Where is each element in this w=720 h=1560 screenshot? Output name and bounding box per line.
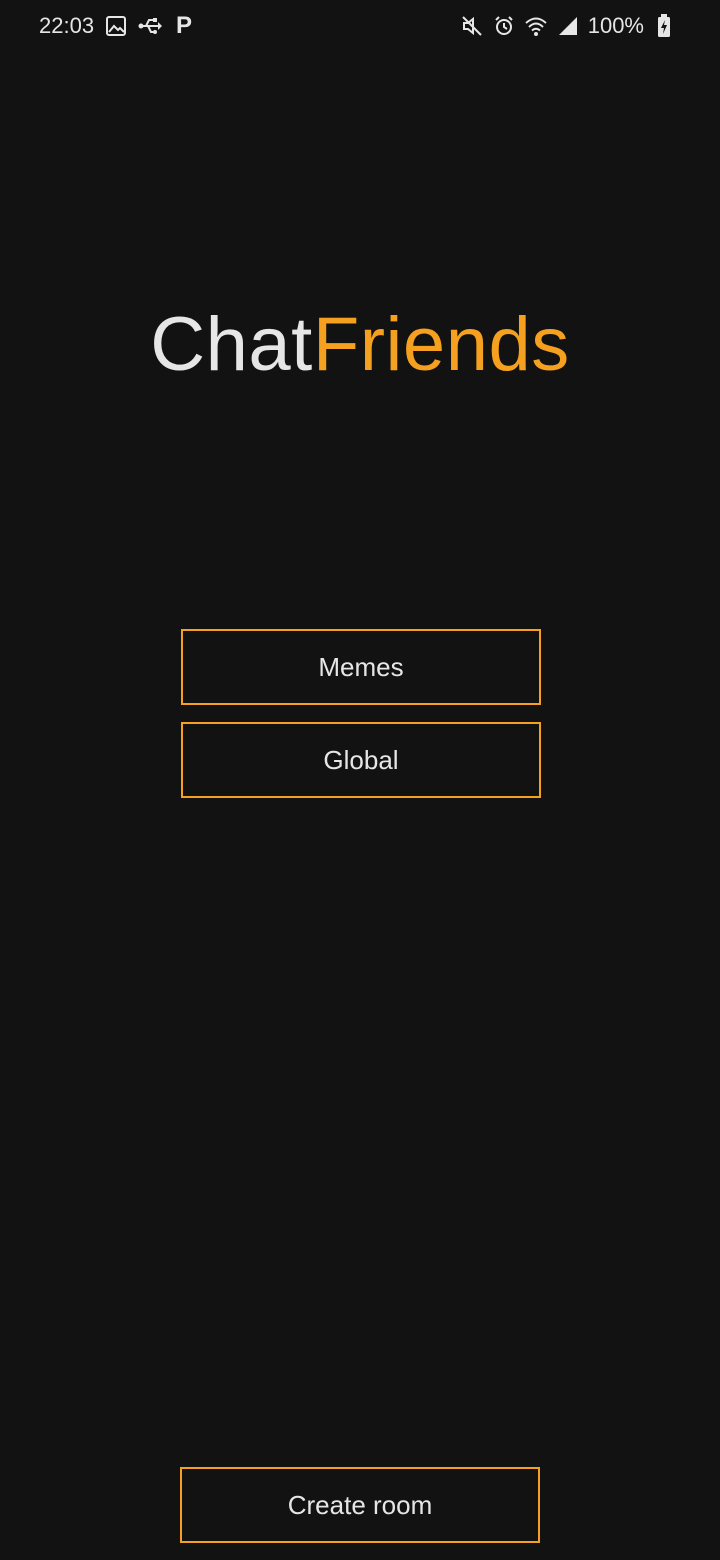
- battery-percent: 100%: [587, 13, 644, 38]
- signal-icon: [556, 14, 580, 38]
- p-notification-icon: P: [176, 12, 193, 39]
- status-left: 22:03 P: [39, 13, 196, 39]
- battery-charging-icon: [652, 14, 676, 38]
- room-label: Memes: [318, 651, 404, 682]
- app-title-chat: Chat: [150, 302, 313, 387]
- room-label: Global: [323, 744, 399, 775]
- mute-icon: [460, 14, 484, 38]
- create-room-label: Create room: [287, 1489, 433, 1520]
- room-button-global[interactable]: Global: [181, 722, 541, 798]
- app-screen: 22:03 P 100% ChatFriends Memes Global Cr…: [0, 0, 720, 1560]
- room-button-memes[interactable]: Memes: [181, 629, 541, 705]
- status-time: 22:03: [39, 13, 95, 38]
- wifi-icon: [524, 14, 548, 38]
- usb-icon: [138, 14, 163, 38]
- status-bar: 22:03 P 100%: [0, 0, 720, 56]
- app-title: ChatFriends: [0, 300, 720, 390]
- alarm-icon: [492, 14, 516, 38]
- create-room-button[interactable]: Create room: [180, 1467, 540, 1543]
- image-icon: [104, 14, 128, 38]
- app-title-friends: Friends: [312, 302, 570, 387]
- status-right: 100%: [460, 13, 676, 39]
